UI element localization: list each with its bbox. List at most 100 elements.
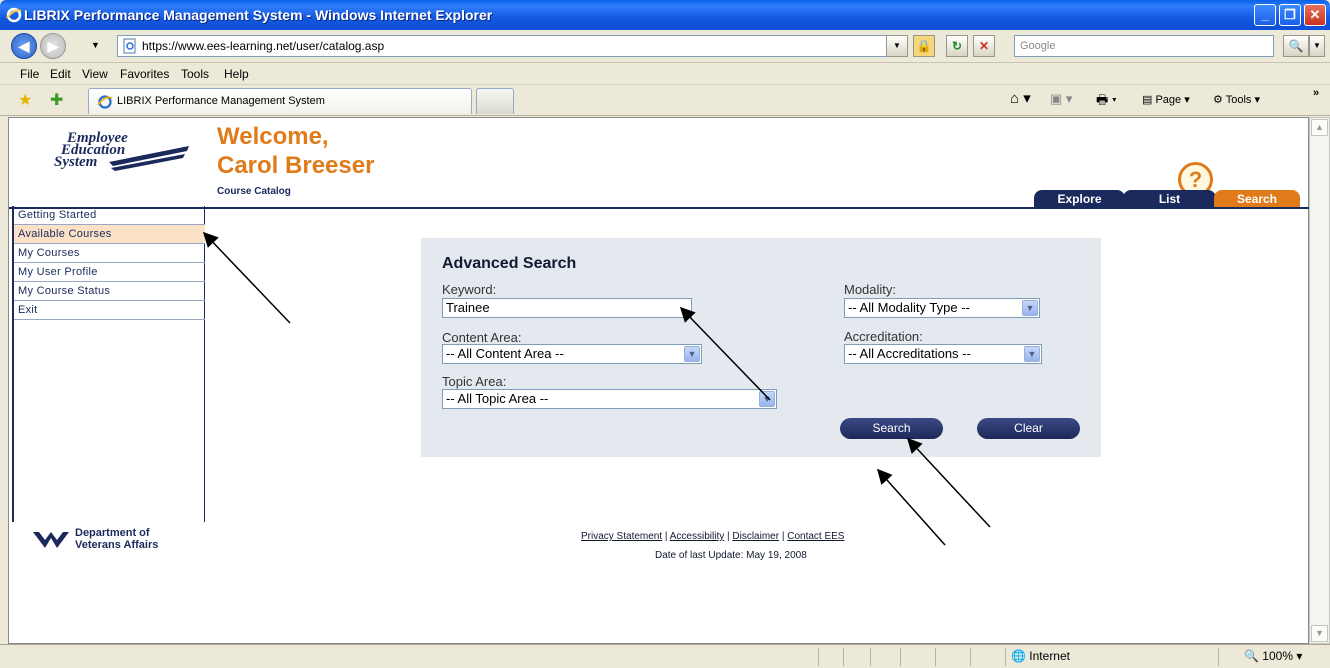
accessibility-link[interactable]: Accessibility xyxy=(670,531,724,542)
disclaimer-link[interactable]: Disclaimer xyxy=(732,531,779,542)
privacy-link[interactable]: Privacy Statement xyxy=(581,531,662,542)
va-line1: Department of xyxy=(75,527,150,539)
page-content: Employee Education System Welcome, Carol… xyxy=(8,117,1309,644)
forward-button[interactable]: ▶ xyxy=(40,33,66,59)
page-menu-button[interactable]: ▤ Page ▾ xyxy=(1142,93,1190,106)
print-icon[interactable]: 🖶 ▾ xyxy=(1096,91,1117,113)
nav-getting-started[interactable]: Getting Started xyxy=(14,206,205,225)
menu-favorites[interactable]: Favorites xyxy=(120,67,169,81)
zone-label: Internet xyxy=(1029,649,1070,663)
section-title: Course Catalog xyxy=(217,186,291,197)
chevron-down-icon: ▼ xyxy=(759,391,775,407)
contact-link[interactable]: Contact EES xyxy=(787,531,844,542)
nav-my-user-profile[interactable]: My User Profile xyxy=(14,263,205,282)
refresh-icon[interactable]: ↻ xyxy=(946,35,968,57)
nav-my-course-status[interactable]: My Course Status xyxy=(14,282,205,301)
menu-tools[interactable]: Tools xyxy=(181,67,209,81)
status-bar: 🌐 Internet 🔍 100% ▾ xyxy=(0,644,1330,668)
tab-search[interactable]: Search xyxy=(1214,190,1300,208)
stop-icon[interactable]: ✕ xyxy=(973,35,995,57)
menu-edit[interactable]: Edit xyxy=(50,67,71,81)
keyword-label: Keyword: xyxy=(442,282,497,297)
nav-exit[interactable]: Exit xyxy=(14,301,205,320)
zoom-level: 100% xyxy=(1262,649,1293,663)
zoom-control[interactable]: 🔍 100% ▾ xyxy=(1244,649,1302,663)
scroll-down-icon[interactable]: ▼ xyxy=(1311,625,1328,642)
browser-tab-label: LIBRIX Performance Management System xyxy=(117,95,325,107)
chevron-down-icon: ▼ xyxy=(684,346,700,362)
title-bar: LIBRIX Performance Management System - W… xyxy=(0,0,1330,30)
add-favorites-icon[interactable]: ✚ xyxy=(50,90,63,110)
topic-area-value: -- All Topic Area -- xyxy=(446,391,549,406)
menu-file[interactable]: File xyxy=(20,67,39,81)
advanced-search-panel: Advanced Search Keyword: Trainee Content… xyxy=(421,238,1101,457)
accreditation-select[interactable]: -- All Accreditations -- ▼ xyxy=(844,344,1042,364)
va-name: Department of Veterans Affairs xyxy=(75,527,158,551)
globe-icon: 🌐 xyxy=(1011,649,1026,663)
modality-label: Modality: xyxy=(844,282,897,297)
logo-line3: System xyxy=(54,154,98,170)
address-toolbar: ◀ ▶ ▼ https://www.ees-learning.net/user/… xyxy=(0,30,1330,63)
window-title: LIBRIX Performance Management System - W… xyxy=(24,7,493,23)
toolbar-overflow-icon[interactable]: » xyxy=(1313,87,1319,99)
modality-select[interactable]: -- All Modality Type -- ▼ xyxy=(844,298,1040,318)
welcome-heading: Welcome, Carol Breeser xyxy=(217,122,374,180)
accreditation-label: Accreditation: xyxy=(844,329,923,344)
footer-separator: | xyxy=(779,531,788,542)
scroll-up-icon[interactable]: ▲ xyxy=(1311,119,1328,136)
tab-explore[interactable]: Explore xyxy=(1034,190,1125,208)
page-menu-label: Page xyxy=(1155,94,1182,106)
modality-value: -- All Modality Type -- xyxy=(848,300,970,315)
tools-menu-label: Tools xyxy=(1225,94,1252,106)
search-options-icon[interactable]: ▼ xyxy=(1309,35,1325,57)
logo-swoosh-icon xyxy=(109,146,189,171)
topic-area-select[interactable]: -- All Topic Area -- ▼ xyxy=(442,389,777,409)
minimize-button[interactable]: _ xyxy=(1254,4,1276,26)
nav-available-courses[interactable]: Available Courses xyxy=(14,225,205,244)
search-button[interactable]: Search xyxy=(840,418,943,439)
feeds-icon[interactable]: ▣ ▾ xyxy=(1050,91,1072,107)
left-nav: Getting Started Available Courses My Cou… xyxy=(12,206,205,522)
tools-menu-button[interactable]: ⚙ Tools ▾ xyxy=(1213,93,1260,106)
new-tab-button[interactable] xyxy=(476,88,514,114)
back-button[interactable]: ◀ xyxy=(11,33,37,59)
menu-help[interactable]: Help xyxy=(224,67,249,81)
welcome-line1: Welcome, xyxy=(217,123,329,150)
search-icon[interactable]: 🔍 xyxy=(1283,35,1309,57)
page-icon xyxy=(123,38,136,54)
advanced-search-heading: Advanced Search xyxy=(442,255,577,272)
keyword-value: Trainee xyxy=(446,300,490,315)
content-area-select[interactable]: -- All Content Area -- ▼ xyxy=(442,344,702,364)
lock-icon[interactable]: 🔒 xyxy=(913,35,935,57)
favorites-star-icon[interactable]: ★ xyxy=(18,90,32,110)
recent-pages-dropdown-icon[interactable]: ▼ xyxy=(91,40,100,50)
keyword-input[interactable]: Trainee xyxy=(442,298,692,318)
chevron-down-icon: ▼ xyxy=(1022,300,1038,316)
maximize-button[interactable]: ❐ xyxy=(1279,4,1301,26)
address-url: https://www.ees-learning.net/user/catalo… xyxy=(142,39,385,53)
browser-window: LIBRIX Performance Management System - W… xyxy=(0,0,1330,668)
va-seal-icon xyxy=(33,532,69,548)
search-input[interactable]: Google xyxy=(1014,35,1274,57)
menu-view[interactable]: View xyxy=(82,67,108,81)
ie-logo-icon xyxy=(6,7,22,23)
tab-list[interactable]: List xyxy=(1123,190,1216,208)
topic-area-label: Topic Area: xyxy=(442,374,507,389)
address-dropdown-icon[interactable]: ▼ xyxy=(886,35,908,57)
menu-bar: File Edit View Favorites Tools Help xyxy=(0,63,1330,85)
ees-logo: Employee Education System xyxy=(49,130,189,190)
ie-tab-icon xyxy=(97,95,113,109)
clear-button[interactable]: Clear xyxy=(977,418,1080,439)
nav-my-courses[interactable]: My Courses xyxy=(14,244,205,263)
last-update-date: Date of last Update: May 19, 2008 xyxy=(655,550,807,561)
vertical-scrollbar[interactable]: ▲ ▼ xyxy=(1309,117,1330,644)
chevron-down-icon: ▼ xyxy=(1024,346,1040,362)
home-icon[interactable]: ⌂ ▾ xyxy=(1010,89,1031,107)
welcome-user-name: Carol Breeser xyxy=(217,152,375,179)
tab-bar: ★ ✚ LIBRIX Performance Management System… xyxy=(0,85,1330,116)
close-button[interactable]: ✕ xyxy=(1304,4,1326,26)
address-bar[interactable]: https://www.ees-learning.net/user/catalo… xyxy=(117,35,907,57)
va-logo: Department of Veterans Affairs xyxy=(31,526,201,556)
browser-tab[interactable]: LIBRIX Performance Management System xyxy=(88,88,472,114)
accreditation-value: -- All Accreditations -- xyxy=(848,346,971,361)
